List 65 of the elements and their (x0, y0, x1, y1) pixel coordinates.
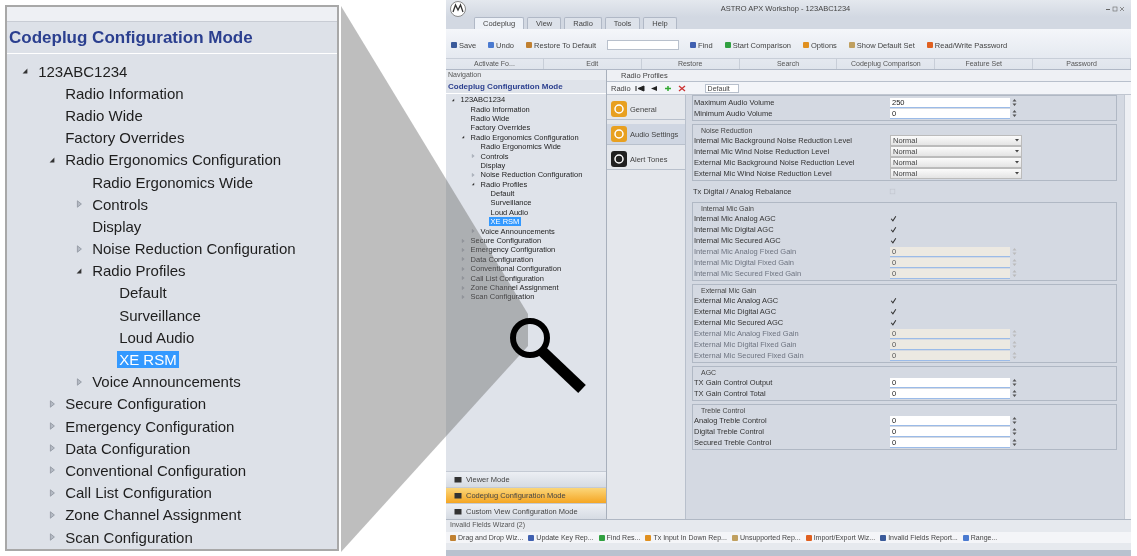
tree-item[interactable]: Loud Audio (117, 328, 197, 346)
collapsed-arrow-icon[interactable] (48, 444, 56, 453)
checkmark-icon[interactable] (890, 319, 897, 326)
previous-icon[interactable] (648, 84, 659, 92)
expanded-arrow-icon[interactable] (471, 182, 475, 187)
tree-item[interactable]: Voice Announcements (90, 373, 243, 391)
spinner-icon[interactable] (1012, 389, 1017, 398)
expanded-arrow-icon[interactable] (451, 97, 455, 102)
checkmark-icon[interactable] (890, 308, 897, 315)
collapsed-arrow-icon[interactable] (471, 172, 475, 177)
tree-item[interactable]: Radio Ergonomics Configuration (63, 151, 284, 169)
tree-item[interactable]: Emergency Configuration (63, 417, 237, 435)
scrollbar[interactable] (1124, 95, 1131, 519)
tree-item[interactable]: Default (117, 284, 169, 302)
search-field[interactable] (607, 40, 680, 50)
spinner-icon[interactable] (1012, 438, 1017, 447)
collapsed-arrow-icon[interactable] (48, 422, 56, 431)
expanded-arrow-icon[interactable] (461, 135, 465, 140)
collapsed-arrow-icon[interactable] (471, 154, 475, 159)
logo-icon (450, 0, 466, 17)
checkmark-icon[interactable] (890, 226, 897, 233)
tree-item[interactable]: Radio Profiles (90, 262, 188, 280)
tree-item[interactable]: Factory Overrides (63, 129, 187, 147)
tree-item[interactable]: Secure Configuration (63, 395, 209, 413)
magnifier-icon (510, 318, 586, 393)
checkmark-icon[interactable] (890, 297, 897, 304)
pane-heading: Codeplug Configuration Mode (446, 80, 606, 94)
collapsed-arrow-icon[interactable] (48, 466, 56, 475)
collapsed-arrow-icon[interactable] (48, 510, 56, 519)
expanded-arrow-icon[interactable] (75, 266, 83, 275)
mode-icon (454, 476, 462, 483)
spinner-icon[interactable] (1012, 378, 1017, 387)
tree-item[interactable]: Data Configuration (63, 439, 193, 457)
tree-item[interactable]: Surveillance (117, 306, 203, 324)
window-controls-icon[interactable] (1105, 5, 1125, 12)
collapsed-arrow-icon[interactable] (75, 377, 83, 386)
checkmark-icon[interactable] (890, 215, 897, 222)
first-icon[interactable] (634, 84, 645, 92)
expanded-arrow-icon[interactable] (21, 67, 29, 76)
spinner-icon[interactable] (1012, 416, 1017, 425)
tree-item[interactable]: Controls (90, 195, 151, 213)
mode-icon (454, 508, 462, 515)
tree-item[interactable]: Radio Wide (63, 106, 145, 124)
delete-icon[interactable] (676, 84, 687, 92)
spinner-icon[interactable] (1012, 427, 1017, 436)
tree-item[interactable]: Zone Channel Assignment (63, 506, 244, 524)
spinner-icon[interactable] (1012, 98, 1017, 107)
collapsed-arrow-icon[interactable] (48, 399, 56, 408)
tree-item[interactable]: Display (90, 217, 144, 235)
spinner-icon[interactable] (1012, 109, 1017, 118)
panel-title: Codeplug Configuration Mode (7, 22, 337, 54)
tree-item[interactable]: Radio Ergonomics Wide (90, 173, 256, 191)
collapsed-arrow-icon[interactable] (48, 533, 56, 542)
tree-item[interactable]: Scan Configuration (63, 528, 195, 546)
collapsed-arrow-icon[interactable] (75, 244, 83, 253)
collapsed-arrow-icon[interactable] (75, 200, 83, 209)
collapsed-arrow-icon[interactable] (48, 488, 56, 497)
tree-item[interactable]: Conventional Configuration (63, 461, 249, 479)
tree-item[interactable]: 123ABC1234 (36, 62, 130, 80)
checkmark-icon[interactable] (890, 237, 897, 244)
tree-item[interactable]: Radio Information (63, 84, 186, 102)
tree-item[interactable]: Noise Reduction Configuration (90, 240, 298, 258)
mode-icon (454, 492, 462, 499)
expanded-arrow-icon[interactable] (48, 155, 56, 164)
tree-item[interactable]: Call List Configuration (63, 484, 214, 502)
